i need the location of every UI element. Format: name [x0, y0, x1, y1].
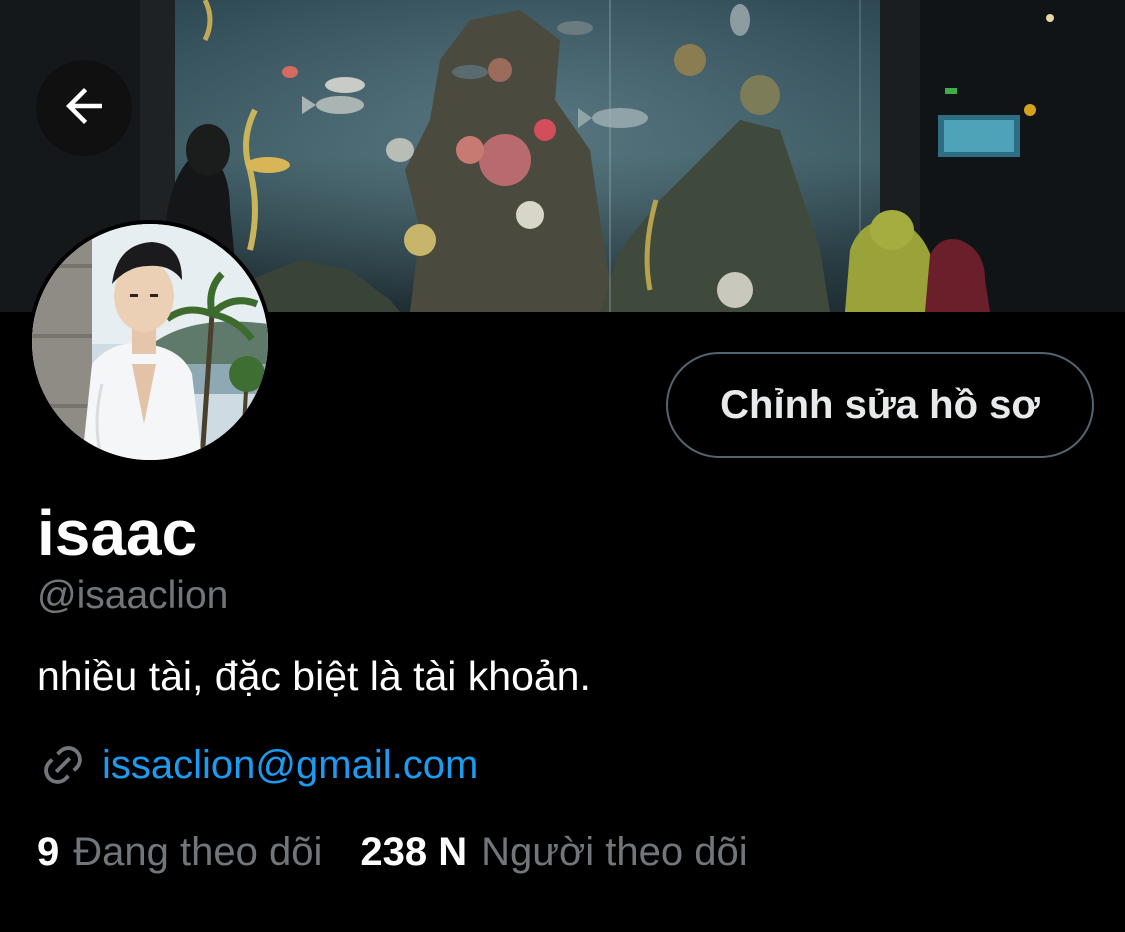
profile-link[interactable]: issaclion@gmail.com: [102, 741, 478, 789]
follow-stats: 9 Đang theo dõi 238 N Người theo dõi: [37, 828, 748, 876]
profile-bio: nhiều tài, đặc biệt là tài khoản.: [37, 653, 591, 699]
following-stat[interactable]: 9 Đang theo dõi: [37, 828, 322, 876]
followers-count: 238 N: [360, 830, 468, 874]
link-icon: [38, 740, 88, 790]
profile-avatar[interactable]: [28, 220, 272, 464]
following-label: Đang theo dõi: [73, 830, 323, 874]
followers-stat[interactable]: 238 N Người theo dõi: [360, 828, 747, 876]
display-name: isaac: [37, 497, 198, 569]
following-count: 9: [37, 830, 60, 874]
profile-link-row: issaclion@gmail.com: [38, 740, 478, 790]
edit-profile-button[interactable]: Chỉnh sửa hồ sơ: [666, 352, 1094, 458]
back-arrow-icon: [57, 79, 111, 138]
back-button[interactable]: [36, 60, 132, 156]
username-handle: @isaaclion: [37, 574, 229, 617]
followers-label: Người theo dõi: [481, 830, 748, 874]
